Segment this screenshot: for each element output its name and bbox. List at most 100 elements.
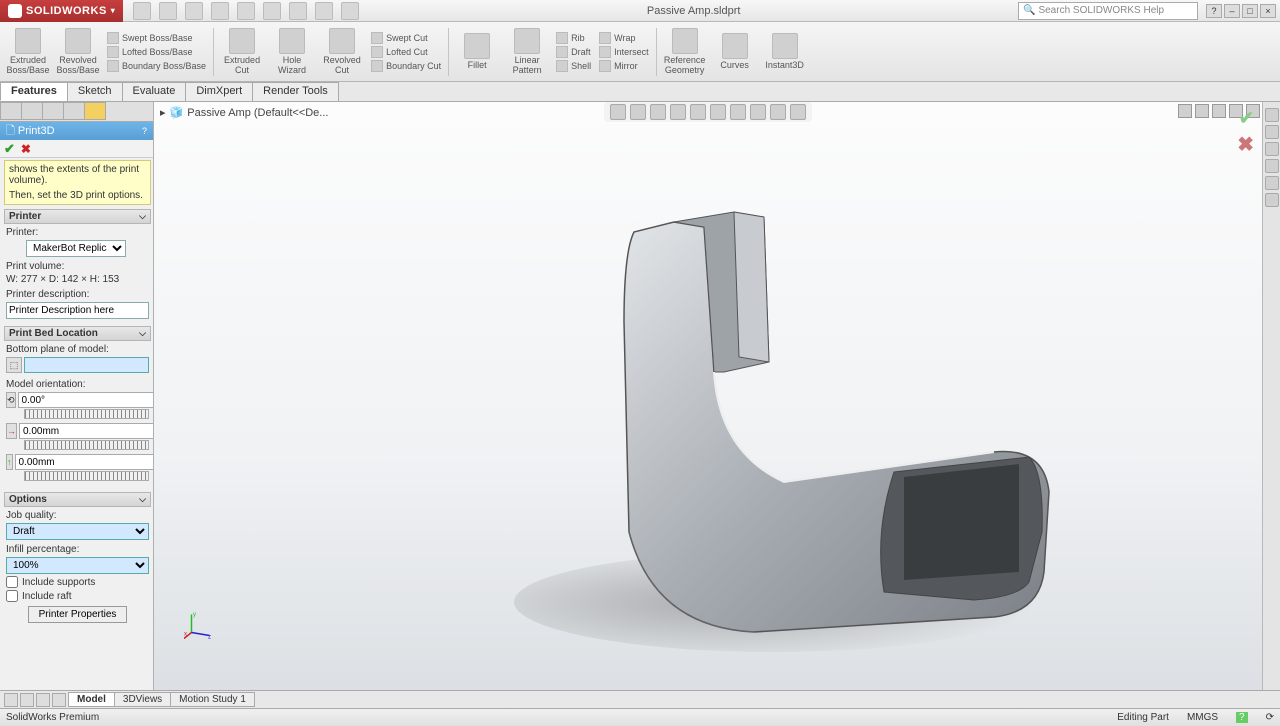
zoom-area-icon[interactable] (630, 104, 646, 120)
plane-pick-icon[interactable]: ⬚ (6, 357, 22, 373)
curves-button[interactable]: Curves (711, 33, 759, 70)
edit-appearance-icon[interactable] (750, 104, 766, 120)
tp-view-palette-icon[interactable] (1265, 159, 1279, 173)
status-rebuild-icon[interactable]: ⟳ (1266, 712, 1274, 723)
orientation-triad[interactable]: y z x (184, 610, 214, 640)
pm-tab-feature-icon[interactable] (0, 102, 22, 120)
confirm-cancel-icon[interactable]: ✖ (1237, 132, 1254, 157)
status-help-icon[interactable]: ? (1236, 712, 1248, 723)
doc-restore-icon[interactable] (1212, 104, 1226, 118)
printer-select[interactable]: MakerBot Replicato (26, 240, 126, 257)
confirm-check-icon[interactable]: ✔ (1239, 108, 1254, 129)
pm-tab-config-icon[interactable] (42, 102, 64, 120)
mirror-button[interactable]: Mirror (599, 60, 649, 72)
rib-button[interactable]: Rib (556, 32, 591, 44)
qat-open-icon[interactable] (159, 2, 177, 20)
prev-view-icon[interactable] (650, 104, 666, 120)
minimize-icon[interactable]: – (1224, 4, 1240, 18)
view-orient-icon[interactable] (690, 104, 706, 120)
help-search-input[interactable]: 🔍Search SOLIDWORKS Help (1018, 2, 1198, 20)
apply-scene-icon[interactable] (770, 104, 786, 120)
tp-design-library-icon[interactable] (1265, 125, 1279, 139)
pm-body[interactable]: shows the extents of the print volume). … (0, 158, 153, 690)
revolved-cut-button[interactable]: Revolved Cut (318, 28, 366, 75)
qat-new-icon[interactable] (133, 2, 151, 20)
linear-pattern-button[interactable]: Linear Pattern (503, 28, 551, 75)
logo-dropdown-icon[interactable]: ▾ (111, 6, 116, 15)
tab-next-icon[interactable] (36, 693, 50, 707)
angle-slider[interactable] (24, 409, 149, 419)
offset-y-slider[interactable] (24, 471, 149, 481)
qat-save-icon[interactable] (185, 2, 203, 20)
tp-file-explorer-icon[interactable] (1265, 142, 1279, 156)
display-style-icon[interactable] (710, 104, 726, 120)
qat-settings-icon[interactable] (341, 2, 359, 20)
qat-print-icon[interactable] (211, 2, 229, 20)
model-part[interactable] (474, 172, 1114, 672)
tab-sketch[interactable]: Sketch (67, 82, 123, 101)
tab-motion-study[interactable]: Motion Study 1 (170, 692, 255, 707)
draft-button[interactable]: Draft (556, 46, 591, 58)
tab-last-icon[interactable] (52, 693, 66, 707)
hole-wizard-button[interactable]: Hole Wizard (268, 28, 316, 75)
include-raft-checkbox[interactable]: Include raft (6, 590, 149, 602)
infill-select[interactable]: 100% (6, 557, 149, 574)
tab-prev-icon[interactable] (20, 693, 34, 707)
intersect-button[interactable]: Intersect (599, 46, 649, 58)
job-quality-select[interactable]: Draft (6, 523, 149, 540)
extruded-boss-button[interactable]: Extruded Boss/Base (4, 28, 52, 75)
qat-undo-icon[interactable] (237, 2, 255, 20)
lofted-boss-button[interactable]: Lofted Boss/Base (107, 46, 206, 58)
boundary-boss-button[interactable]: Boundary Boss/Base (107, 60, 206, 72)
include-supports-checkbox[interactable]: Include supports (6, 576, 149, 588)
hide-show-icon[interactable] (730, 104, 746, 120)
section-options-header[interactable]: Options⌵ (4, 492, 151, 507)
maximize-icon[interactable]: □ (1242, 4, 1258, 18)
tab-first-icon[interactable] (4, 693, 18, 707)
boundary-cut-button[interactable]: Boundary Cut (371, 60, 441, 72)
tab-3dviews[interactable]: 3DViews (114, 692, 171, 707)
offset-y-input[interactable] (15, 454, 154, 470)
graphics-viewport[interactable]: ▸ 🧊 Passive Amp (Default<<De... ✔ ✖ (154, 102, 1262, 690)
offset-x-input[interactable] (19, 423, 153, 439)
qat-redo-icon[interactable] (263, 2, 281, 20)
tab-evaluate[interactable]: Evaluate (122, 82, 187, 101)
qat-options-icon[interactable] (315, 2, 333, 20)
angle-input[interactable] (18, 392, 153, 408)
wrap-button[interactable]: Wrap (599, 32, 649, 44)
printer-properties-button[interactable]: Printer Properties (28, 606, 128, 623)
swept-boss-button[interactable]: Swept Boss/Base (107, 32, 206, 44)
qat-rebuild-icon[interactable] (289, 2, 307, 20)
swept-cut-button[interactable]: Swept Cut (371, 32, 441, 44)
tab-features[interactable]: Features (0, 82, 68, 101)
tp-custom-props-icon[interactable] (1265, 193, 1279, 207)
view-settings-icon[interactable] (790, 104, 806, 120)
pm-tab-display-icon[interactable] (84, 102, 106, 120)
doc-tile-icon[interactable] (1178, 104, 1192, 118)
instant3d-button[interactable]: Instant3D (761, 33, 809, 70)
shell-button[interactable]: Shell (556, 60, 591, 72)
tab-render-tools[interactable]: Render Tools (252, 82, 339, 101)
fillet-button[interactable]: Fillet (453, 33, 501, 70)
tab-dimxpert[interactable]: DimXpert (185, 82, 253, 101)
tp-appearances-icon[interactable] (1265, 176, 1279, 190)
pm-tab-property-icon[interactable] (21, 102, 43, 120)
offset-x-slider[interactable] (24, 440, 149, 450)
section-bed-header[interactable]: Print Bed Location⌵ (4, 326, 151, 341)
pm-pin-icon[interactable]: ? (142, 126, 147, 136)
lofted-cut-button[interactable]: Lofted Cut (371, 46, 441, 58)
pm-cancel-icon[interactable]: ✖ (21, 142, 31, 156)
pm-ok-icon[interactable]: ✔ (4, 141, 15, 157)
expand-icon[interactable]: ▸ (160, 106, 166, 119)
status-units[interactable]: MMGS (1187, 712, 1218, 723)
pm-tab-dim-icon[interactable] (63, 102, 85, 120)
close-icon[interactable]: × (1260, 4, 1276, 18)
reference-geometry-button[interactable]: Reference Geometry (661, 28, 709, 75)
bottom-plane-input[interactable] (24, 357, 149, 373)
extruded-cut-button[interactable]: Extruded Cut (218, 28, 266, 75)
tab-model[interactable]: Model (68, 692, 115, 707)
doc-min-icon[interactable] (1195, 104, 1209, 118)
help-icon[interactable]: ? (1206, 4, 1222, 18)
section-view-icon[interactable] (670, 104, 686, 120)
revolved-boss-button[interactable]: Revolved Boss/Base (54, 28, 102, 75)
